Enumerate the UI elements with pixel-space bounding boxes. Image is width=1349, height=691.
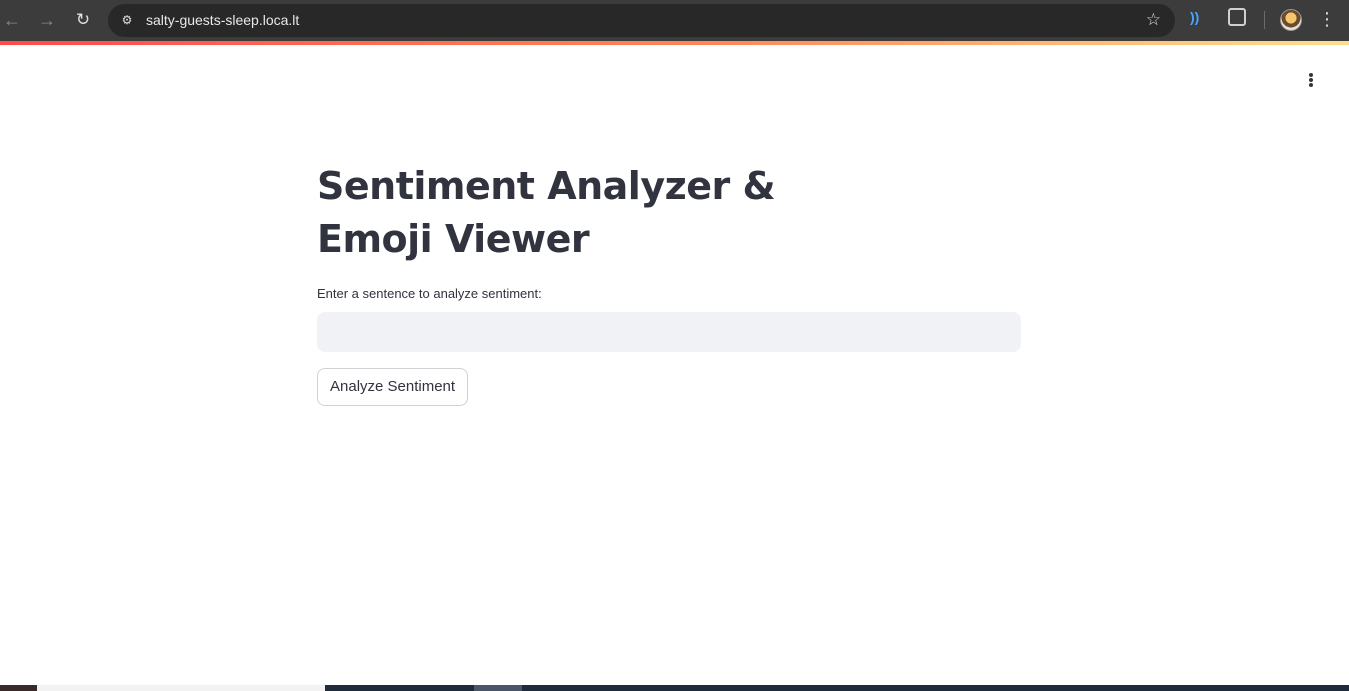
taskbar-search[interactable]	[37, 685, 325, 691]
app-header-decoration	[0, 41, 1349, 45]
extensions-puzzle-icon[interactable]	[1228, 8, 1246, 26]
profile-avatar[interactable]	[1280, 9, 1302, 31]
taskbar-item[interactable]	[0, 685, 37, 691]
reload-icon[interactable]: ↻	[71, 8, 95, 32]
back-arrow-icon[interactable]: ←	[0, 8, 24, 32]
browser-menu-icon[interactable]: ⋮	[1318, 8, 1336, 30]
page-title: Sentiment Analyzer & Emoji Viewer	[317, 164, 776, 261]
taskbar-item[interactable]	[474, 685, 522, 691]
browser-toolbar: ← → ↻ ⚙ salty-guests-sleep.loca.lt ☆ )) …	[0, 0, 1349, 41]
audio-extension-icon[interactable]: ))	[1190, 9, 1199, 25]
menu-dot	[1309, 83, 1313, 87]
menu-dot	[1309, 73, 1313, 77]
sentence-input-label: Enter a sentence to analyze sentiment:	[317, 286, 542, 301]
forward-arrow-icon[interactable]: →	[35, 8, 59, 32]
sentence-input[interactable]	[317, 312, 1021, 352]
main-content: Sentiment Analyzer & Emoji Viewer Enter …	[317, 160, 1021, 406]
bookmark-star-icon[interactable]: ☆	[1146, 10, 1161, 30]
address-bar[interactable]: ⚙ salty-guests-sleep.loca.lt ☆	[108, 4, 1175, 37]
os-taskbar	[0, 685, 1349, 691]
url-text[interactable]: salty-guests-sleep.loca.lt	[146, 12, 299, 28]
menu-dot	[1309, 78, 1313, 82]
toolbar-divider	[1264, 11, 1265, 29]
app-main-menu-icon[interactable]	[1300, 68, 1322, 92]
site-info-icon[interactable]: ⚙	[118, 11, 136, 29]
analyze-sentiment-button[interactable]: Analyze Sentiment	[317, 368, 469, 406]
